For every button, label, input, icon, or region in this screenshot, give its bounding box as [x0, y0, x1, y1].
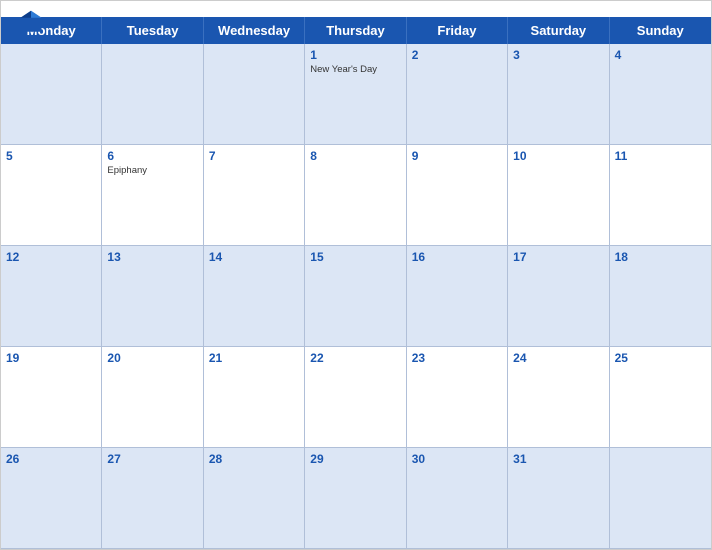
calendar-week: 19 20 21 22 23 24 25 [1, 347, 711, 448]
day-number: 7 [209, 149, 299, 163]
day-cell: 29 [305, 448, 406, 549]
calendar-week: 56 Epiphany 789 10 11 [1, 145, 711, 246]
day-cell [204, 44, 305, 145]
day-cell: 19 [1, 347, 102, 448]
day-cell: 8 [305, 145, 406, 246]
day-number: 17 [513, 250, 603, 264]
weekday-header: Saturday [508, 17, 609, 44]
logo-icon [17, 9, 45, 37]
calendar-header [1, 1, 711, 17]
day-cell: 30 [407, 448, 508, 549]
day-cell [1, 44, 102, 145]
day-number: 3 [513, 48, 603, 62]
day-cell: 25 [610, 347, 711, 448]
calendar-container: MondayTuesdayWednesdayThursdayFridaySatu… [0, 0, 712, 550]
day-cell [102, 44, 203, 145]
day-number: 8 [310, 149, 400, 163]
day-cell: 28 [204, 448, 305, 549]
day-number: 9 [412, 149, 502, 163]
day-cell: 11 [610, 145, 711, 246]
day-number: 6 [107, 149, 197, 163]
day-cell: 16 [407, 246, 508, 347]
weekday-header: Friday [407, 17, 508, 44]
day-cell: 22 [305, 347, 406, 448]
day-number: 24 [513, 351, 603, 365]
day-cell: 21 [204, 347, 305, 448]
day-number: 25 [615, 351, 706, 365]
day-cell [610, 448, 711, 549]
day-cell: 23 [407, 347, 508, 448]
weekday-header: Tuesday [102, 17, 203, 44]
day-number: 30 [412, 452, 502, 466]
day-number: 12 [6, 250, 96, 264]
day-cell: 18 [610, 246, 711, 347]
day-number: 13 [107, 250, 197, 264]
calendar-week: 12 13 14 15 16 17 18 [1, 246, 711, 347]
day-number: 22 [310, 351, 400, 365]
day-cell: 14 [204, 246, 305, 347]
day-number: 31 [513, 452, 603, 466]
calendar-week: 1 New Year's Day 234 [1, 44, 711, 145]
day-cell: 4 [610, 44, 711, 145]
day-cell: 24 [508, 347, 609, 448]
day-number: 1 [310, 48, 400, 62]
day-number: 11 [615, 149, 706, 163]
calendar-grid: 1New Year's Day23456Epiphany789101112131… [1, 44, 711, 549]
day-number: 29 [310, 452, 400, 466]
day-number: 23 [412, 351, 502, 365]
day-cell: 26 [1, 448, 102, 549]
day-number: 20 [107, 351, 197, 365]
day-number: 28 [209, 452, 299, 466]
day-cell: 12 [1, 246, 102, 347]
day-cell: 9 [407, 145, 508, 246]
day-cell: 6 Epiphany [102, 145, 203, 246]
day-cell: 7 [204, 145, 305, 246]
day-cell: 10 [508, 145, 609, 246]
day-number: 10 [513, 149, 603, 163]
day-cell: 27 [102, 448, 203, 549]
day-number: 21 [209, 351, 299, 365]
day-cell: 15 [305, 246, 406, 347]
day-number: 4 [615, 48, 706, 62]
day-number: 15 [310, 250, 400, 264]
day-number: 14 [209, 250, 299, 264]
day-cell: 2 [407, 44, 508, 145]
day-cell: 13 [102, 246, 203, 347]
day-number: 18 [615, 250, 706, 264]
weekday-header: Thursday [305, 17, 406, 44]
day-cell: 20 [102, 347, 203, 448]
calendar-week: 26 27 28 29 30 31 [1, 448, 711, 549]
day-number: 19 [6, 351, 96, 365]
day-cell: 1 New Year's Day [305, 44, 406, 145]
weekday-header: Sunday [610, 17, 711, 44]
day-number: 16 [412, 250, 502, 264]
day-number: 2 [412, 48, 502, 62]
holiday-label: New Year's Day [310, 64, 400, 75]
weekday-header: Wednesday [204, 17, 305, 44]
day-cell: 3 [508, 44, 609, 145]
day-cell: 31 [508, 448, 609, 549]
day-number: 26 [6, 452, 96, 466]
holiday-label: Epiphany [107, 165, 197, 176]
day-cell: 5 [1, 145, 102, 246]
day-cell: 17 [508, 246, 609, 347]
day-number: 5 [6, 149, 96, 163]
weekdays-row: MondayTuesdayWednesdayThursdayFridaySatu… [1, 17, 711, 44]
day-number: 27 [107, 452, 197, 466]
logo-area [17, 9, 49, 37]
